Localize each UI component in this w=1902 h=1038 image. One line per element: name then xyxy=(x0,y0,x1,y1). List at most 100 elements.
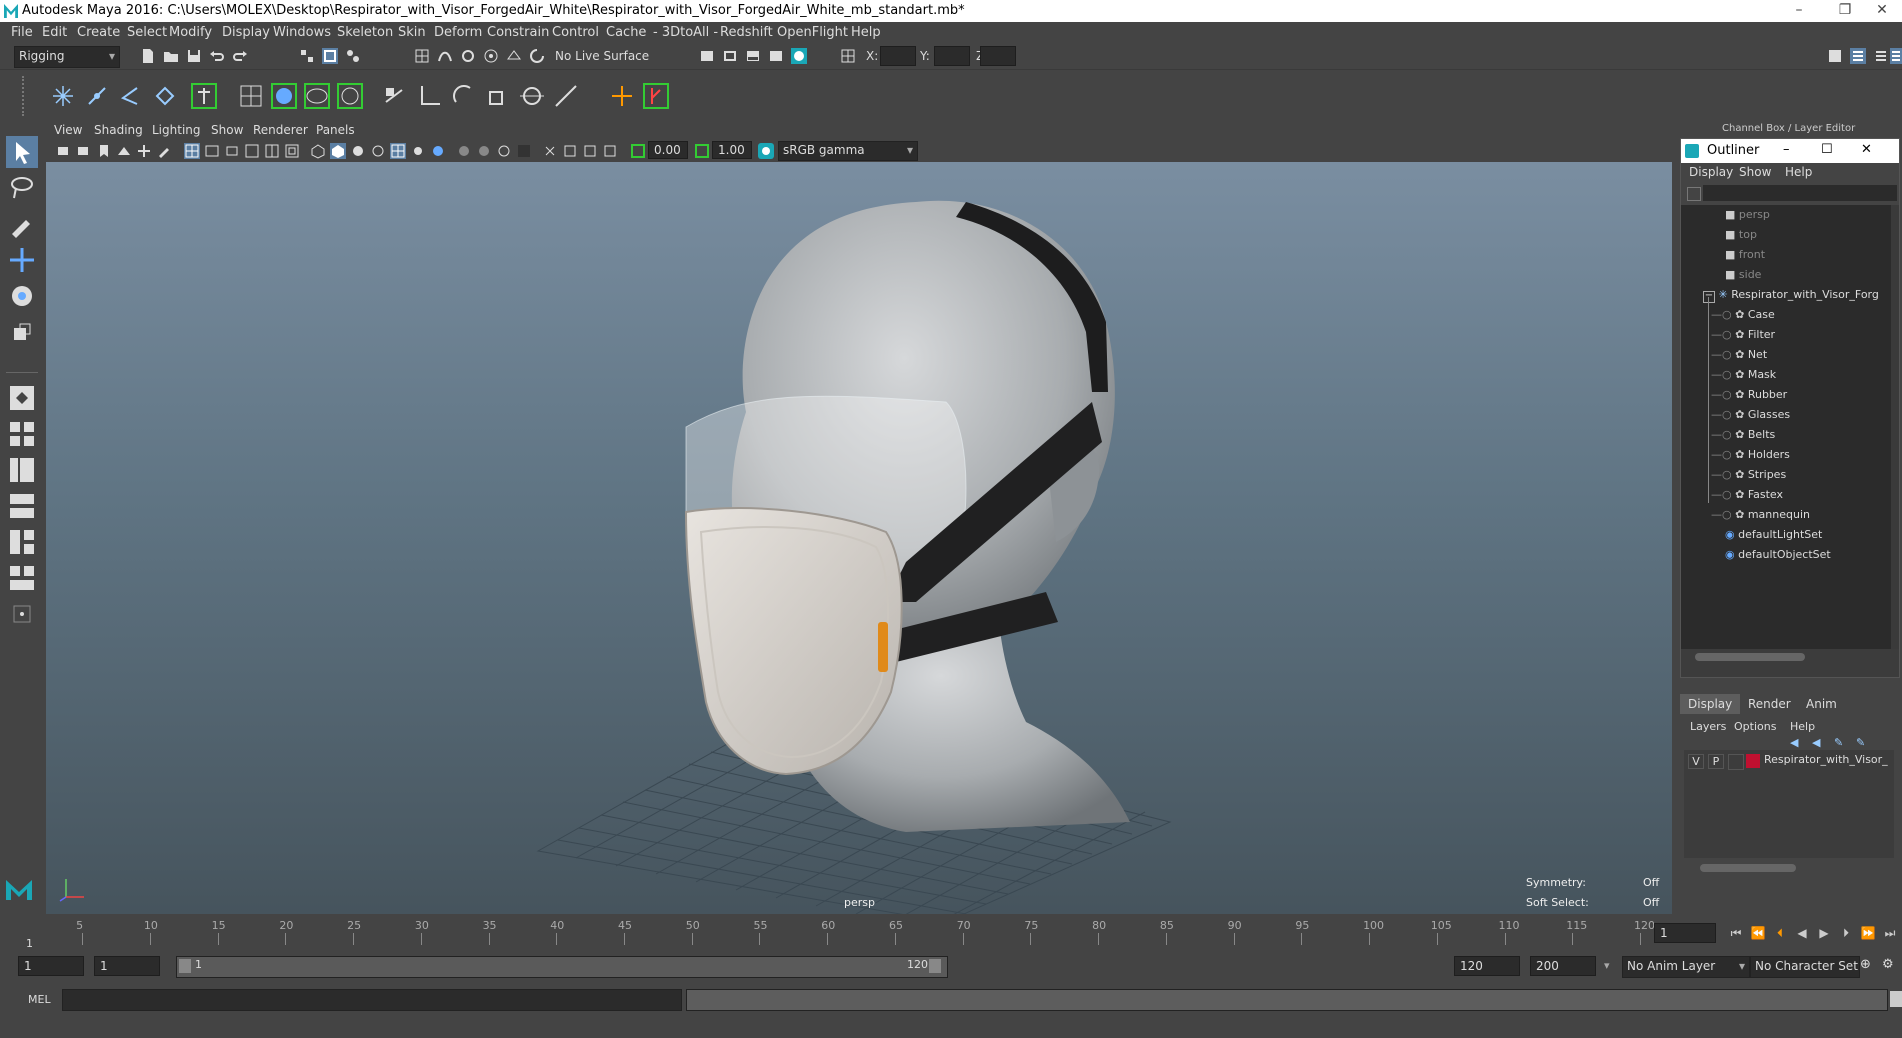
playback-end-field[interactable]: 120 xyxy=(1454,956,1520,976)
gamma-field[interactable]: 1.00 xyxy=(712,141,752,159)
script-editor-icon[interactable] xyxy=(1890,991,1902,1007)
tree-item-default-object-set[interactable]: ◉ defaultObjectSet xyxy=(1725,545,1891,565)
menu-cache[interactable]: Cache xyxy=(606,25,646,40)
menu-skin[interactable]: Skin xyxy=(398,25,426,40)
anti-aliasing-icon[interactable] xyxy=(496,143,512,159)
camera-lock-icon[interactable] xyxy=(76,143,92,159)
tree-item-side[interactable]: ■ side xyxy=(1725,265,1891,285)
new-layer-icon[interactable]: ✎ xyxy=(1834,736,1843,749)
animation-start-field[interactable]: 1 xyxy=(18,956,84,976)
layer-playback-toggle[interactable]: P xyxy=(1708,754,1724,769)
select-tool-icon[interactable] xyxy=(6,136,38,168)
wireframe-icon[interactable] xyxy=(310,143,326,159)
shadows-icon[interactable] xyxy=(430,143,446,159)
make-live-icon[interactable] xyxy=(529,48,545,64)
outliner-menu-show[interactable]: Show xyxy=(1739,165,1771,179)
snap-curve-icon[interactable] xyxy=(437,48,453,64)
save-scene-icon[interactable] xyxy=(186,48,202,64)
gamma-icon[interactable] xyxy=(694,143,710,159)
locator-icon[interactable] xyxy=(608,82,636,110)
render-settings-icon[interactable] xyxy=(768,48,784,64)
attribute-editor-toggle-icon[interactable] xyxy=(1890,48,1902,64)
textured-icon[interactable] xyxy=(390,143,406,159)
pole-vector-icon[interactable] xyxy=(552,82,580,110)
film-gate-icon[interactable] xyxy=(204,143,220,159)
bind-skin-icon[interactable] xyxy=(153,84,177,108)
layout-options-icon[interactable] xyxy=(6,598,38,630)
render-current-icon[interactable] xyxy=(722,48,738,64)
isolate-select-icon[interactable] xyxy=(542,143,558,159)
tab-display[interactable]: Display xyxy=(1680,694,1741,714)
field-chart-icon[interactable] xyxy=(264,143,280,159)
menu-windows[interactable]: Windows xyxy=(273,25,331,40)
lights-icon[interactable] xyxy=(410,143,426,159)
anim-layer-dropdown[interactable]: No Anim Layer ▾ xyxy=(1622,956,1750,978)
new-scene-icon[interactable] xyxy=(140,48,156,64)
ipr-render-icon[interactable] xyxy=(745,48,761,64)
time-ruler[interactable]: 5 10 15 20 25 30 35 40 45 50 55 60 65 70 75 80 85 90 95 100… xyxy=(28,919,1655,949)
layer-color-swatch[interactable] xyxy=(1746,754,1760,768)
color-management-icon[interactable] xyxy=(758,143,774,159)
layer-row[interactable]: V P Respirator_with_Visor_ xyxy=(1684,752,1894,770)
menu-file[interactable]: File xyxy=(11,25,33,40)
safe-action-icon[interactable] xyxy=(284,143,300,159)
menu-select[interactable]: Select xyxy=(127,25,167,40)
snap-point-icon[interactable] xyxy=(460,48,476,64)
filter-icon[interactable] xyxy=(1687,187,1701,201)
step-forward-key-icon[interactable]: ⏩ xyxy=(1860,925,1876,941)
grease-pencil-icon[interactable] xyxy=(156,143,172,159)
x-field[interactable] xyxy=(880,46,916,66)
depth-of-field-icon[interactable] xyxy=(516,143,532,159)
hypershade-icon[interactable] xyxy=(791,48,807,64)
undo-icon[interactable] xyxy=(209,48,225,64)
open-scene-icon[interactable] xyxy=(163,48,179,64)
menu-openflight[interactable]: OpenFlight xyxy=(777,25,848,40)
menu-skeleton[interactable]: Skeleton xyxy=(337,25,393,40)
outliner-search-input[interactable] xyxy=(1703,185,1897,201)
outliner-close-icon[interactable]: ✕ xyxy=(1861,142,1872,157)
minimize-button[interactable]: – xyxy=(1776,0,1822,22)
play-forwards-icon[interactable]: ▶ xyxy=(1816,925,1832,941)
tree-item-filter[interactable]: —○ ✿ Filter xyxy=(1711,325,1891,345)
lattice-icon[interactable] xyxy=(237,82,265,110)
paint-select-icon[interactable] xyxy=(6,208,38,240)
step-forward-frame-icon[interactable]: ⏵ xyxy=(1838,925,1854,941)
auto-key-icon[interactable]: ⊕ xyxy=(1860,957,1871,972)
layer-menu-help[interactable]: Help xyxy=(1790,720,1815,733)
outliner-layout-icon[interactable] xyxy=(6,562,38,594)
orient-constraint-icon[interactable] xyxy=(450,82,478,110)
select-object-icon[interactable] xyxy=(322,48,338,64)
animation-end-field[interactable]: 200 xyxy=(1530,956,1596,976)
outliner-hscrollbar[interactable] xyxy=(1695,653,1805,661)
aim-constraint-icon[interactable] xyxy=(416,82,444,110)
menu-create[interactable]: Create xyxy=(77,25,120,40)
default-material-icon[interactable] xyxy=(350,143,366,159)
menu-display[interactable]: Display xyxy=(222,25,270,40)
joint-tool-icon[interactable] xyxy=(51,84,75,108)
exposure-field[interactable]: 0.00 xyxy=(648,141,688,159)
snap-surface-icon[interactable] xyxy=(506,48,522,64)
tree-item-rubber[interactable]: —○ ✿ Rubber xyxy=(1711,385,1891,405)
outliner-menu-help[interactable]: Help xyxy=(1785,165,1812,179)
character-set-dropdown[interactable]: No Character Set xyxy=(1750,956,1860,978)
hik-icon[interactable] xyxy=(642,82,670,110)
tab-anim[interactable]: Anim xyxy=(1798,694,1845,714)
layer-display-type[interactable] xyxy=(1728,754,1744,770)
time-slider[interactable]: 5 10 15 20 25 30 35 40 45 50 55 60 65 70 75 80 85 90 95 100… xyxy=(0,915,1902,953)
viewport-3d-scene[interactable]: persp Symmetry: Off Soft Select: Off xyxy=(46,162,1672,914)
tree-item-belts[interactable]: —○ ✿ Belts xyxy=(1711,425,1891,445)
move-layer-up-icon[interactable]: ◀ xyxy=(1790,736,1798,749)
channel-box-toggle-icon[interactable] xyxy=(1850,48,1866,64)
menu-control[interactable]: Control xyxy=(552,25,599,40)
exposure-icon[interactable] xyxy=(630,143,646,159)
y-field[interactable] xyxy=(934,46,970,66)
camera-select-icon[interactable] xyxy=(56,143,72,159)
menu-modify[interactable]: Modify xyxy=(169,25,212,40)
hypershade-layout-icon[interactable] xyxy=(6,526,38,558)
step-back-frame-icon[interactable]: ⏴ xyxy=(1772,925,1788,941)
mode-dropdown[interactable]: Rigging ▾ xyxy=(14,46,120,68)
rotate-tool-icon[interactable] xyxy=(6,280,38,312)
blend-shape-icon[interactable] xyxy=(303,82,331,110)
move-tool-icon[interactable] xyxy=(6,244,38,276)
outliner-vscrollbar[interactable] xyxy=(1891,205,1899,649)
